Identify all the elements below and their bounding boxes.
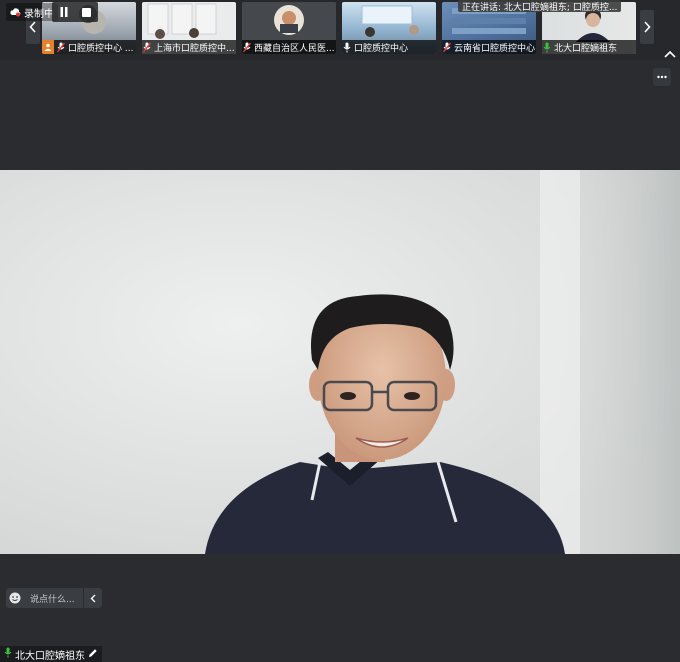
chevron-up-icon bbox=[664, 50, 676, 58]
participant-name: 云南省口腔质控中心 bbox=[454, 43, 536, 54]
edit-name-button[interactable] bbox=[88, 648, 98, 661]
participant-label: 云南省口腔质控中心 bbox=[442, 40, 536, 54]
participant-name: 西藏自治区人民医... bbox=[254, 43, 335, 54]
chat-input[interactable]: 说点什么... bbox=[6, 588, 102, 608]
participant-label: 口腔质控中心 ... bbox=[42, 40, 136, 54]
emoji-icon[interactable] bbox=[6, 588, 24, 608]
participant-tile[interactable]: 上海市口腔质控中... bbox=[142, 2, 236, 54]
participant-tile[interactable]: 口腔质控中心 bbox=[342, 2, 436, 54]
stop-icon bbox=[82, 7, 91, 17]
participant-name: 口腔质控中心 bbox=[354, 43, 409, 54]
recording-controls bbox=[52, 2, 98, 22]
speaking-label: 正在讲话: bbox=[462, 2, 502, 13]
next-page-button[interactable] bbox=[640, 10, 654, 44]
chevron-left-icon bbox=[29, 21, 36, 33]
chevron-left-icon bbox=[90, 594, 96, 602]
participant-name: 口腔质控中心 ... bbox=[68, 43, 134, 54]
speaking-names: 北大口腔嫡祖东; 口腔质控... bbox=[503, 2, 618, 13]
mic-active-icon bbox=[4, 647, 12, 661]
recording-label: 录制中 bbox=[24, 8, 54, 20]
chat-placeholder: 说点什么... bbox=[30, 594, 75, 605]
participant-label: 上海市口腔质控中... bbox=[142, 40, 236, 54]
mic-muted-icon bbox=[142, 41, 152, 53]
collapse-strip-button[interactable] bbox=[660, 46, 680, 62]
user-icon bbox=[42, 40, 54, 54]
participant-label: 西藏自治区人民医... bbox=[242, 40, 336, 54]
speaker-name-tag: 北大口腔嫡祖东 bbox=[0, 646, 102, 662]
more-icon bbox=[657, 75, 667, 79]
main-speaker-video bbox=[0, 170, 680, 554]
speaker-name: 北大口腔嫡祖东 bbox=[15, 650, 85, 662]
mic-muted-icon bbox=[242, 41, 252, 53]
pause-icon bbox=[60, 7, 67, 17]
stop-recording-button[interactable] bbox=[75, 2, 98, 22]
cloud-record-icon bbox=[10, 7, 21, 17]
pause-recording-button[interactable] bbox=[52, 2, 75, 22]
expand-chat-button[interactable] bbox=[83, 588, 102, 608]
participant-name: 上海市口腔质控中... bbox=[154, 43, 235, 54]
mic-muted-icon bbox=[56, 41, 66, 53]
participant-tile[interactable]: 西藏自治区人民医... bbox=[242, 2, 336, 54]
chevron-right-icon bbox=[644, 21, 651, 33]
mic-muted-icon bbox=[442, 41, 452, 53]
pencil-icon bbox=[89, 648, 97, 657]
participant-name: 北大口腔嫡祖东 bbox=[554, 43, 618, 54]
mic-active-icon bbox=[542, 41, 552, 53]
speaking-indicator: 正在讲话: 北大口腔嫡祖东; 口腔质控... bbox=[458, 0, 622, 13]
mic-icon bbox=[342, 41, 352, 53]
more-options-button[interactable] bbox=[653, 68, 671, 86]
recording-indicator: 录制中 bbox=[6, 3, 58, 21]
participant-label: 北大口腔嫡祖东 bbox=[542, 40, 636, 54]
participant-label: 口腔质控中心 bbox=[342, 40, 436, 54]
